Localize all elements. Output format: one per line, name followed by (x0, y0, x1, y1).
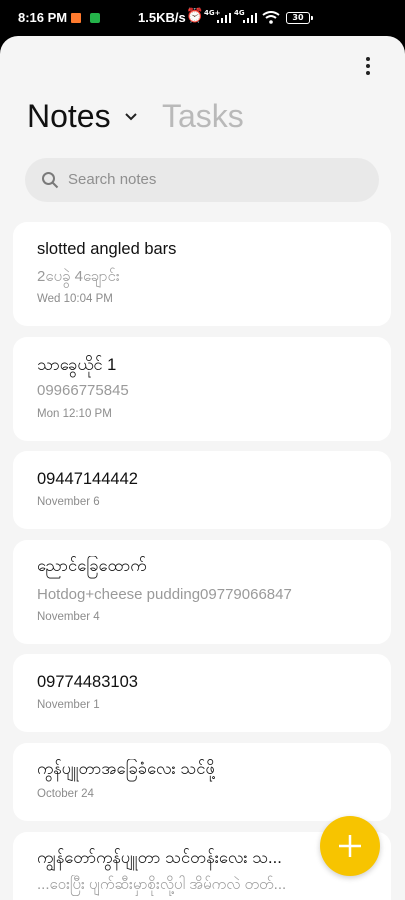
note-title: 09447144442 (37, 470, 138, 488)
note-date: November 6 (37, 496, 100, 508)
note-date: Mon 12:10 PM (37, 408, 112, 420)
note-card[interactable]: သာခွေယိုင် 1 09966775845 Mon 12:10 PM (13, 337, 391, 441)
chevron-down-icon[interactable] (124, 112, 138, 122)
alarm-icon: ⏰ (186, 8, 204, 24)
note-date: October 24 (37, 788, 94, 800)
note-snippet: ...ဝေးပြီး ပျက်ဆီးမှာစိုးလို့ပါ အိမ်ကလဲ … (37, 876, 287, 893)
signal-icon (217, 13, 231, 23)
battery-tip (311, 16, 313, 20)
note-snippet: 2ပေခွဲ 4ချောင်း (37, 268, 120, 285)
add-note-button[interactable] (320, 816, 380, 876)
note-card[interactable]: 09774483103 November 1 (13, 654, 391, 732)
search-input[interactable]: Search notes (68, 171, 156, 188)
search-icon (42, 172, 59, 189)
note-card[interactable]: 09447144442 November 6 (13, 451, 391, 529)
tab-tasks[interactable]: Tasks (162, 98, 244, 135)
notes-app: Notes Tasks Search notes slotted angled … (0, 36, 405, 900)
more-vert-icon[interactable] (356, 54, 380, 78)
mail-notification-icon (71, 13, 81, 23)
note-title: 09774483103 (37, 673, 138, 691)
network-speed: 1.5KB/s (138, 10, 186, 25)
battery-icon: 30 (286, 12, 310, 24)
app-notification-icon (90, 13, 100, 23)
note-title: ညောင်ခြေထောက် (37, 557, 147, 575)
note-date: Wed 10:04 PM (37, 293, 113, 305)
note-title: slotted angled bars (37, 240, 177, 258)
note-snippet: 09966775845 (37, 382, 129, 399)
note-card[interactable]: slotted angled bars 2ပေခွဲ 4ချောင်း Wed … (13, 222, 391, 326)
note-date: November 1 (37, 699, 100, 711)
status-bar: 8:16 PM 1.5KB/s ⏰ 4G+ 4G 30 (0, 0, 405, 36)
note-snippet: Hotdog+cheese pudding09779066847 (37, 586, 292, 603)
note-card[interactable]: ညောင်ခြေထောက် Hotdog+cheese pudding09779… (13, 540, 391, 644)
note-date: November 4 (37, 611, 100, 623)
note-title: ကျွန်တော်ကွန်ပျူတာ သင်တန်းလေး သ... (37, 849, 282, 867)
status-time: 8:16 PM (18, 10, 68, 25)
note-title: ကွန်ပျူတာအခြေခံလေး သင်ဖို့ (37, 760, 215, 778)
signal-icon-2 (243, 13, 257, 23)
note-card[interactable]: ကွန်ပျူတာအခြေခံလေး သင်ဖို့ October 24 (13, 743, 391, 821)
wifi-icon (262, 11, 280, 24)
tab-notes[interactable]: Notes (27, 98, 111, 135)
note-title: သာခွေယိုင် 1 (37, 356, 117, 374)
plus-icon (339, 835, 361, 857)
search-bar[interactable]: Search notes (25, 158, 379, 202)
